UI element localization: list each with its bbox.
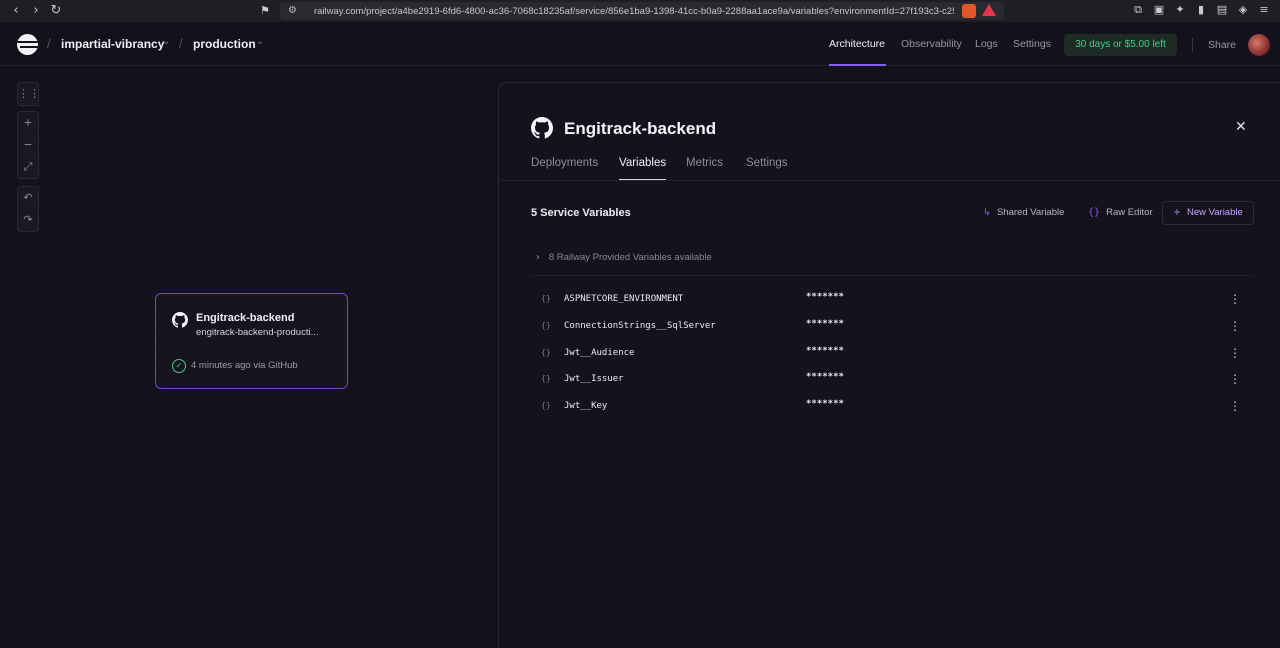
zoom-in-icon[interactable]: + [18, 112, 38, 134]
panel-title: Engitrack-backend [564, 119, 717, 138]
breadcrumb-separator: / [47, 36, 51, 51]
variable-name: Jwt__Audience [564, 348, 635, 358]
wallet-icon[interactable]: ▤ [1216, 4, 1228, 16]
provided-variables-toggle[interactable]: › 8 Railway Provided Variables available [536, 252, 712, 263]
vpn-icon[interactable]: ◈ [1237, 4, 1249, 16]
raw-editor-label: Raw Editor [1106, 207, 1153, 218]
divider [531, 275, 1253, 276]
variable-value[interactable]: ******* [806, 346, 844, 356]
back-icon[interactable]: ‹ [10, 4, 22, 17]
tab-settings[interactable]: Settings [746, 157, 788, 169]
tab-metrics[interactable]: Metrics [686, 157, 723, 169]
share-arrow-icon: ↳ [983, 207, 991, 218]
reload-icon[interactable]: ↻ [50, 4, 62, 17]
variable-row[interactable]: {} ASPNETCORE_ENVIRONMENT ******* ⋮ [531, 290, 1253, 310]
braces-icon: {} [541, 321, 551, 330]
shared-variable-label: Shared Variable [996, 207, 1065, 218]
forward-icon[interactable]: › [30, 4, 42, 17]
more-vertical-icon[interactable]: ⋮ [1229, 318, 1241, 334]
variable-row[interactable]: {} Jwt__Key ******* ⋮ [531, 397, 1253, 417]
project-name[interactable]: impartial-vibrancy [61, 37, 164, 51]
more-vertical-icon[interactable]: ⋮ [1229, 291, 1241, 307]
screenshot-icon[interactable]: ▣ [1153, 4, 1165, 16]
new-variable-label: New Variable [1186, 207, 1243, 218]
fit-view-icon[interactable]: ⤢ [18, 156, 38, 178]
variable-row[interactable]: {} Jwt__Audience ******* ⋮ [531, 344, 1253, 364]
leo-ai-icon[interactable]: ✦ [1174, 4, 1186, 16]
site-settings-icon[interactable]: ⚙ [288, 6, 298, 16]
railway-logo-icon[interactable] [17, 34, 38, 55]
raw-editor-button[interactable]: {} Raw Editor [1088, 201, 1153, 225]
menu-icon[interactable]: ≡ [1258, 4, 1270, 16]
browser-toolbar: ‹ › ↻ ⚑ ⚙ railway.com/project/a4be2919-6… [0, 0, 1280, 22]
github-icon [531, 117, 553, 139]
bookmark-icon[interactable]: ⚑ [260, 4, 270, 18]
trial-badge[interactable]: 30 days or $5.00 left [1064, 34, 1177, 56]
tab-variables[interactable]: Variables [619, 157, 666, 169]
environment-name[interactable]: production [193, 37, 256, 51]
brave-rewards-icon[interactable] [982, 4, 996, 16]
share-button[interactable]: Share [1208, 39, 1236, 51]
divider [1192, 38, 1193, 52]
variables-count: 5 Service Variables [531, 207, 631, 219]
variable-name: Jwt__Key [564, 401, 608, 411]
sidebar-icon[interactable]: ▮ [1195, 4, 1207, 16]
more-vertical-icon[interactable]: ⋮ [1229, 345, 1241, 361]
variable-name: ASPNETCORE_ENVIRONMENT [564, 294, 684, 304]
variable-name: ConnectionStrings__SqlServer [564, 321, 716, 331]
tab-deployments[interactable]: Deployments [531, 157, 598, 169]
braces-icon: {} [541, 294, 551, 303]
new-variable-button[interactable]: + New Variable [1162, 201, 1254, 225]
canvas-history-toolbar: ↶ ↷ [17, 186, 39, 232]
canvas-grid-toolbar: ⋮⋮ [17, 82, 40, 106]
divider [499, 180, 1280, 181]
address-bar[interactable]: ⚙ railway.com/project/a4be2919-6fd6-4800… [280, 2, 1004, 20]
redo-icon[interactable]: ↷ [18, 209, 38, 231]
service-domain[interactable]: engitrack-backend-producti... [196, 327, 319, 338]
check-circle-icon: ✓ [172, 359, 186, 373]
braces-icon: {} [541, 374, 551, 383]
undo-icon[interactable]: ↶ [18, 187, 38, 209]
zoom-out-icon[interactable]: − [18, 134, 38, 156]
nav-observability[interactable]: Observability [901, 38, 962, 50]
variable-value[interactable]: ******* [806, 372, 844, 382]
variable-value[interactable]: ******* [806, 319, 844, 329]
variable-row[interactable]: {} ConnectionStrings__SqlServer ******* … [531, 317, 1253, 337]
plus-icon: + [1173, 207, 1181, 218]
shared-variable-button[interactable]: ↳ Shared Variable [983, 201, 1064, 225]
url-text: railway.com/project/a4be2919-6fd6-4800-a… [314, 5, 954, 17]
extensions-icon[interactable]: ⧉ [1132, 4, 1144, 16]
deploy-status: 4 minutes ago via GitHub [191, 360, 298, 371]
avatar[interactable] [1248, 34, 1270, 56]
more-vertical-icon[interactable]: ⋮ [1229, 371, 1241, 387]
nav-settings[interactable]: Settings [1013, 38, 1051, 50]
braces-icon: {} [541, 401, 551, 410]
variable-name: Jwt__Issuer [564, 374, 624, 384]
service-card[interactable]: Engitrack-backend engitrack-backend-prod… [155, 293, 348, 389]
nav-logs[interactable]: Logs [975, 38, 998, 50]
braces-icon: {} [541, 348, 551, 357]
chevron-down-icon[interactable]: ⌄ [162, 36, 170, 47]
variable-value[interactable]: ******* [806, 292, 844, 302]
github-icon [172, 312, 188, 328]
chevron-right-icon: › [536, 252, 540, 263]
variable-value[interactable]: ******* [806, 399, 844, 409]
more-vertical-icon[interactable]: ⋮ [1229, 398, 1241, 414]
variable-row[interactable]: {} Jwt__Issuer ******* ⋮ [531, 370, 1253, 390]
brave-shield-icon[interactable] [962, 4, 976, 18]
service-name: Engitrack-backend [196, 312, 295, 324]
provided-variables-label: 8 Railway Provided Variables available [548, 252, 712, 263]
chevron-down-icon[interactable]: ⌄ [256, 36, 264, 47]
active-nav-indicator [829, 64, 886, 66]
braces-icon: {} [1088, 207, 1101, 218]
breadcrumb-separator: / [179, 36, 183, 51]
nav-architecture[interactable]: Architecture [829, 38, 885, 50]
close-icon[interactable]: ✕ [1235, 119, 1247, 135]
canvas-zoom-toolbar: + − ⤢ [17, 111, 39, 179]
grid-icon[interactable]: ⋮⋮ [18, 83, 40, 105]
service-panel: Engitrack-backend ✕ Deployments Variable… [498, 82, 1280, 648]
